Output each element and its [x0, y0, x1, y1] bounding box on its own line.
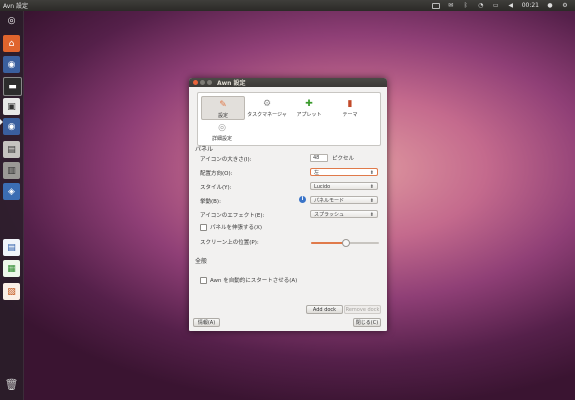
tab-preferences[interactable]: ✎ 設定: [201, 96, 245, 120]
wifi-icon[interactable]: ◔: [477, 2, 485, 9]
tab-label: 詳細設定: [211, 136, 232, 142]
titlebar[interactable]: Awn 設定: [189, 78, 387, 87]
slider-knob[interactable]: [342, 239, 350, 247]
awn-settings-dialog: Awn 設定 ✎ 設定 ⚙ タスクマネージャ ✚ アプレット ▮ テーマ ◎ 詳…: [189, 78, 387, 331]
tab-label: タスクマネージャ: [247, 112, 287, 118]
impress-icon[interactable]: ▧: [3, 283, 20, 300]
style-select[interactable]: Lucido ⬍: [310, 182, 378, 190]
icon-size-unit: ピクセル: [332, 156, 355, 162]
volume-icon[interactable]: ◀: [507, 2, 515, 9]
terminal-icon[interactable]: ▬: [3, 77, 22, 96]
clock[interactable]: 00:21: [522, 2, 539, 9]
icon-effect-select[interactable]: スプラッシュ ⬍: [310, 210, 378, 218]
writer-icon[interactable]: ▤: [3, 239, 20, 256]
minimize-window-button[interactable]: [200, 80, 205, 85]
firefox-icon[interactable]: ◉: [3, 118, 20, 135]
icon-size-label: アイコンの大きさ(I):: [200, 157, 252, 163]
behavior-select[interactable]: パネルモード ⬍: [310, 196, 378, 204]
tray-icon[interactable]: ▣: [3, 98, 20, 115]
screen-position-slider[interactable]: [311, 239, 379, 247]
usb-drive-icon[interactable]: ▥: [3, 162, 20, 179]
advanced-icon: ◎: [218, 123, 226, 133]
task-manager-icon: ⚙: [262, 99, 272, 109]
settings-tab-bar: ✎ 設定 ⚙ タスクマネージャ ✚ アプレット ▮ テーマ ◎ 詳細設定: [197, 92, 381, 146]
expand-panel-label: パネルを伸張する(X): [210, 225, 263, 231]
style-value: Lucido: [314, 184, 331, 190]
close-window-button[interactable]: [193, 80, 198, 85]
remove-dock-button[interactable]: Remove dock: [344, 305, 381, 314]
window-title: Awn 設定: [217, 80, 246, 87]
dash-icon[interactable]: ◎: [3, 12, 20, 29]
icon-effect-value: スプラッシュ: [314, 212, 345, 218]
firefox-icon[interactable]: ◉: [3, 56, 20, 73]
icon-size-value: 48: [313, 155, 320, 161]
bluetooth-icon[interactable]: ᛒ: [462, 2, 470, 9]
close-button[interactable]: 閉じる(C): [353, 318, 381, 327]
network-icon[interactable]: ◈: [3, 183, 20, 200]
system-tray: ✉ ᛒ ◔ ▭ ◀ 00:21 ● ⚙: [431, 2, 575, 9]
updown-arrow-icon: ⬍: [369, 170, 374, 176]
behavior-label: 挙動(B):: [200, 199, 221, 205]
slider-fill: [311, 242, 345, 244]
autostart-label: Awn を自動的にスタートさせる(A): [210, 278, 298, 284]
trash-icon[interactable]: 🗑: [3, 376, 20, 393]
about-button[interactable]: 情報(A): [193, 318, 220, 327]
home-folder-icon[interactable]: ⌂: [3, 35, 20, 52]
orientation-select[interactable]: 左 ⬍: [310, 168, 378, 176]
orientation-label: 配置方向(O):: [200, 171, 233, 177]
keyboard-icon[interactable]: [431, 2, 440, 9]
icon-size-spinner[interactable]: 48: [310, 154, 328, 162]
preferences-icon: ✎: [219, 100, 227, 110]
updown-arrow-icon: ⬍: [369, 184, 374, 190]
icon-effect-label: アイコンのエフェクト(E):: [200, 213, 265, 219]
tab-advanced[interactable]: ◎ 詳細設定: [201, 120, 243, 142]
tab-task-manager[interactable]: ⚙ タスクマネージャ: [245, 96, 289, 118]
applet-icon: ✚: [305, 99, 313, 109]
top-panel: Avn 設定 ✉ ᛒ ◔ ▭ ◀ 00:21 ● ⚙: [0, 0, 575, 11]
tab-applets[interactable]: ✚ アプレット: [288, 96, 330, 118]
tab-label: テーマ: [342, 112, 358, 118]
theme-icon: ▮: [347, 99, 353, 109]
expand-panel-checkbox[interactable]: パネルを伸張する(X): [200, 223, 262, 231]
gear-icon[interactable]: ⚙: [561, 2, 569, 9]
launcher: ◎ ⌂ ◉ ▬ ▣ ◉ ▤ ▥ ◈ ▤ ▦ ▧ 🗑: [0, 11, 24, 400]
maximize-window-button[interactable]: [207, 80, 212, 85]
tab-theme[interactable]: ▮ テーマ: [329, 96, 371, 118]
screen-position-label: スクリーン上の位置(P):: [200, 240, 259, 246]
updown-arrow-icon: ⬍: [369, 212, 374, 218]
calc-icon[interactable]: ▦: [3, 260, 20, 277]
battery-icon[interactable]: ▭: [492, 2, 500, 9]
autostart-checkbox[interactable]: Awn を自動的にスタートさせる(A): [200, 276, 297, 284]
style-label: スタイル(Y):: [200, 185, 232, 191]
updown-arrow-icon: ⬍: [369, 198, 374, 204]
panel-section-heading: パネル: [195, 146, 214, 153]
orientation-value: 左: [314, 170, 320, 176]
behavior-value: パネルモード: [314, 198, 345, 204]
add-dock-button[interactable]: Add dock: [306, 305, 343, 314]
checkbox-box[interactable]: [200, 276, 207, 284]
active-app-name: Avn 設定: [3, 3, 29, 10]
tab-label: 設定: [217, 113, 228, 119]
info-icon[interactable]: i: [299, 196, 306, 203]
files-icon[interactable]: ▤: [3, 141, 20, 158]
checkbox-box[interactable]: [200, 223, 207, 231]
user-icon[interactable]: ●: [546, 2, 554, 9]
general-section-heading: 全般: [195, 258, 208, 265]
mail-icon[interactable]: ✉: [447, 2, 455, 9]
tab-label: アプレット: [296, 112, 322, 118]
